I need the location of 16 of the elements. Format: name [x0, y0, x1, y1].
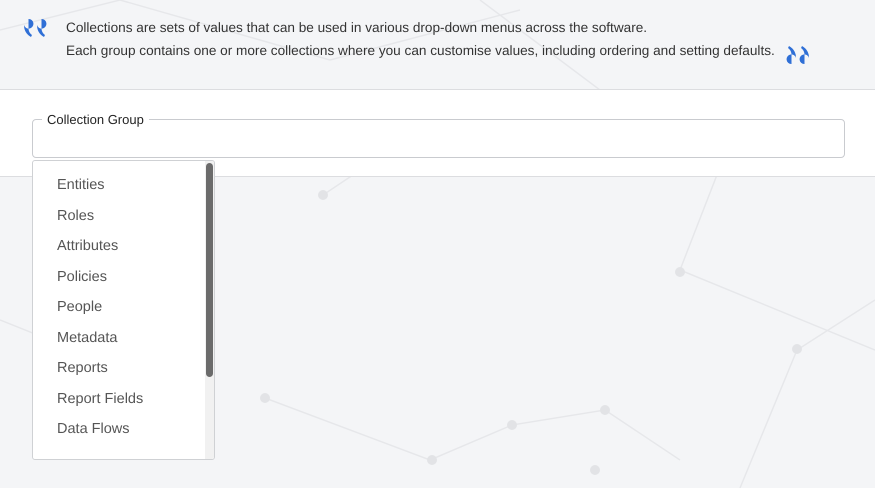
scrollbar-thumb[interactable]	[206, 163, 213, 377]
field-label: Collection Group	[46, 112, 145, 127]
dropdown-option[interactable]: Reports	[33, 358, 205, 388]
intro-text: Each group contains one or more collections where you can customise values, including ordering and setting defaults.	[66, 42, 775, 60]
collection-group-field[interactable]: Collection Group	[32, 112, 845, 158]
quote-open-icon	[22, 18, 48, 38]
quote-close-icon	[784, 46, 811, 66]
dropdown-option[interactable]: Data Flows	[33, 419, 205, 450]
dropdown-option[interactable]: People	[33, 297, 205, 328]
dropdown-option[interactable]: Roles	[33, 206, 205, 236]
dropdown-option[interactable]: Report Fields	[33, 388, 205, 419]
dropdown-option[interactable]: Policies	[33, 266, 205, 297]
dropdown-option[interactable]: Metadata	[33, 328, 205, 358]
intro-text: Collections are sets of values that can be used in various drop-down menus across the software.	[66, 19, 648, 37]
dropdown-option[interactable]: Entities	[33, 175, 205, 206]
dropdown-option[interactable]: Attributes	[33, 236, 205, 266]
